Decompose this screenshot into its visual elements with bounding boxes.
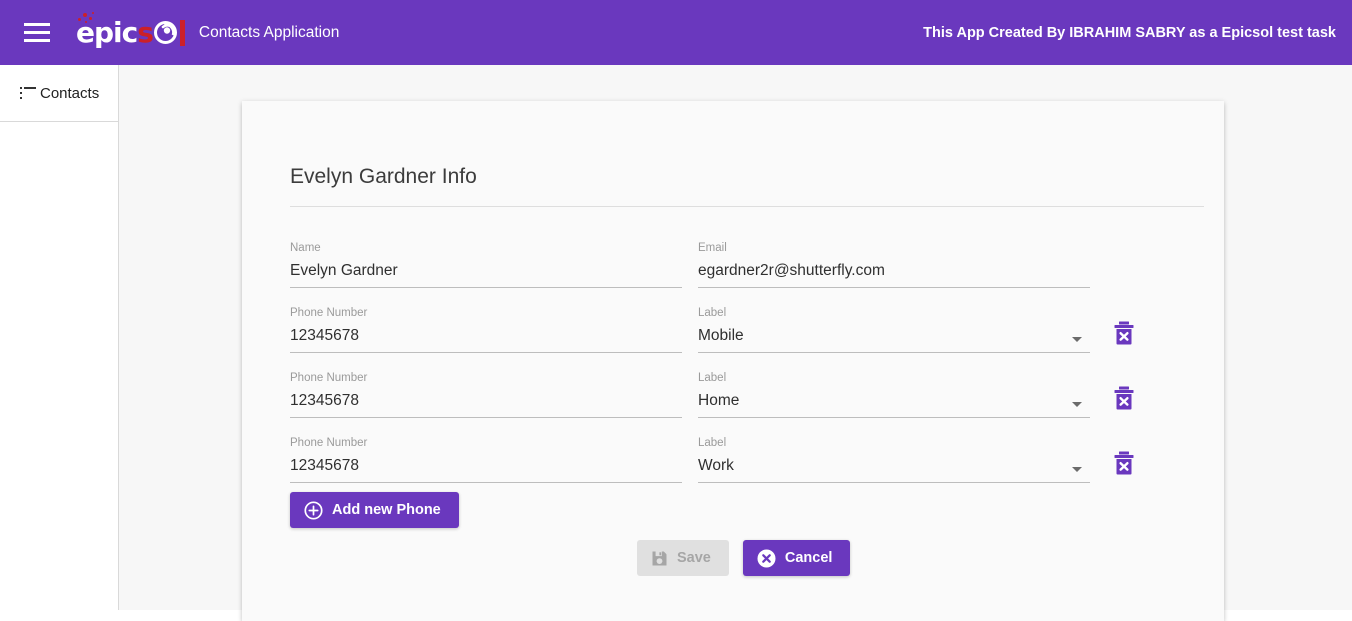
name-field-label: Name: [290, 242, 321, 254]
name-field[interactable]: Name Evelyn Gardner: [290, 232, 682, 288]
chevron-down-icon[interactable]: [1072, 467, 1082, 472]
delete-phone-button[interactable]: [1113, 321, 1135, 345]
phone-label-field-label: Label: [698, 437, 727, 449]
phone-input[interactable]: 12345678: [290, 455, 682, 483]
email-field-label: Email: [698, 242, 727, 254]
hamburger-bar: [24, 39, 50, 42]
hamburger-menu-icon[interactable]: [20, 16, 54, 50]
phone-label-field-label: Label: [698, 372, 727, 384]
hamburger-bar: [24, 31, 50, 34]
sidebar-item-label: Contacts: [40, 84, 100, 102]
phone-input[interactable]: 12345678: [290, 325, 682, 353]
phone-label-field-label: Label: [698, 307, 727, 319]
phone-field[interactable]: Phone Number 12345678: [290, 362, 682, 418]
contact-info-card: Evelyn Gardner Info Name Evelyn Gardner …: [242, 101, 1224, 621]
contact-form: Name Evelyn Gardner Email egardner2r@shu…: [290, 223, 1204, 483]
floppy-save-icon: [652, 551, 667, 565]
plus-circle-icon: [304, 500, 323, 520]
logo-text-s: s: [137, 15, 154, 49]
add-new-phone-button[interactable]: Add new Phone: [290, 492, 459, 528]
phone-label-value[interactable]: Work: [698, 455, 1090, 483]
hamburger-bar: [24, 23, 50, 26]
phone-field[interactable]: Phone Number 12345678: [290, 427, 682, 483]
phone-field[interactable]: Phone Number 12345678: [290, 297, 682, 353]
form-row-name-email: Name Evelyn Gardner Email egardner2r@shu…: [290, 223, 1204, 288]
save-button[interactable]: Save: [637, 540, 729, 576]
form-actions: Save Cancel: [637, 540, 851, 576]
sidebar: Contacts: [0, 65, 119, 610]
chevron-down-icon[interactable]: [1072, 337, 1082, 342]
save-button-label: Save: [677, 550, 711, 566]
name-input[interactable]: Evelyn Gardner: [290, 260, 682, 288]
app-title: Contacts Application: [198, 23, 340, 41]
logo-swirl-o-icon: [153, 21, 177, 44]
delete-phone-button[interactable]: [1113, 386, 1135, 410]
form-row-phone: Phone Number 12345678 Label Work: [290, 418, 1204, 483]
delete-phone-button[interactable]: [1113, 451, 1135, 475]
phone-field-label: Phone Number: [290, 372, 368, 384]
app-header-bar: epic s Contacts Application This App Cre…: [0, 0, 1352, 65]
phone-label-value[interactable]: Home: [698, 390, 1090, 418]
cancel-button[interactable]: Cancel: [742, 540, 851, 576]
page-title: Evelyn Gardner Info: [290, 165, 477, 188]
form-row-phone: Phone Number 12345678 Label Home: [290, 353, 1204, 418]
phone-label-value[interactable]: Mobile: [698, 325, 1090, 353]
title-divider: [290, 206, 1204, 207]
email-field[interactable]: Email egardner2r@shutterfly.com: [698, 232, 1090, 288]
logo-dots-icon: [78, 11, 100, 25]
chevron-down-icon[interactable]: [1072, 402, 1082, 407]
credit-text: This App Created By IBRAHIM SABRY as a E…: [923, 24, 1336, 41]
phone-label-select[interactable]: Label Home: [698, 362, 1090, 418]
phone-field-label: Phone Number: [290, 307, 368, 319]
sidebar-item-contacts[interactable]: Contacts: [0, 65, 118, 122]
list-icon: [20, 87, 36, 99]
add-new-phone-label: Add new Phone: [332, 502, 441, 518]
cancel-button-label: Cancel: [784, 550, 833, 566]
phone-input[interactable]: 12345678: [290, 390, 682, 418]
form-row-phone: Phone Number 12345678 Label Mobile: [290, 288, 1204, 353]
logo-red-bar: [179, 19, 185, 46]
epicsol-logo[interactable]: epic s: [76, 11, 185, 50]
phone-field-label: Phone Number: [290, 437, 368, 449]
circle-x-icon: [757, 549, 776, 567]
phone-label-select[interactable]: Label Mobile: [698, 297, 1090, 353]
email-input[interactable]: egardner2r@shutterfly.com: [698, 260, 1090, 288]
phone-label-select[interactable]: Label Work: [698, 427, 1090, 483]
